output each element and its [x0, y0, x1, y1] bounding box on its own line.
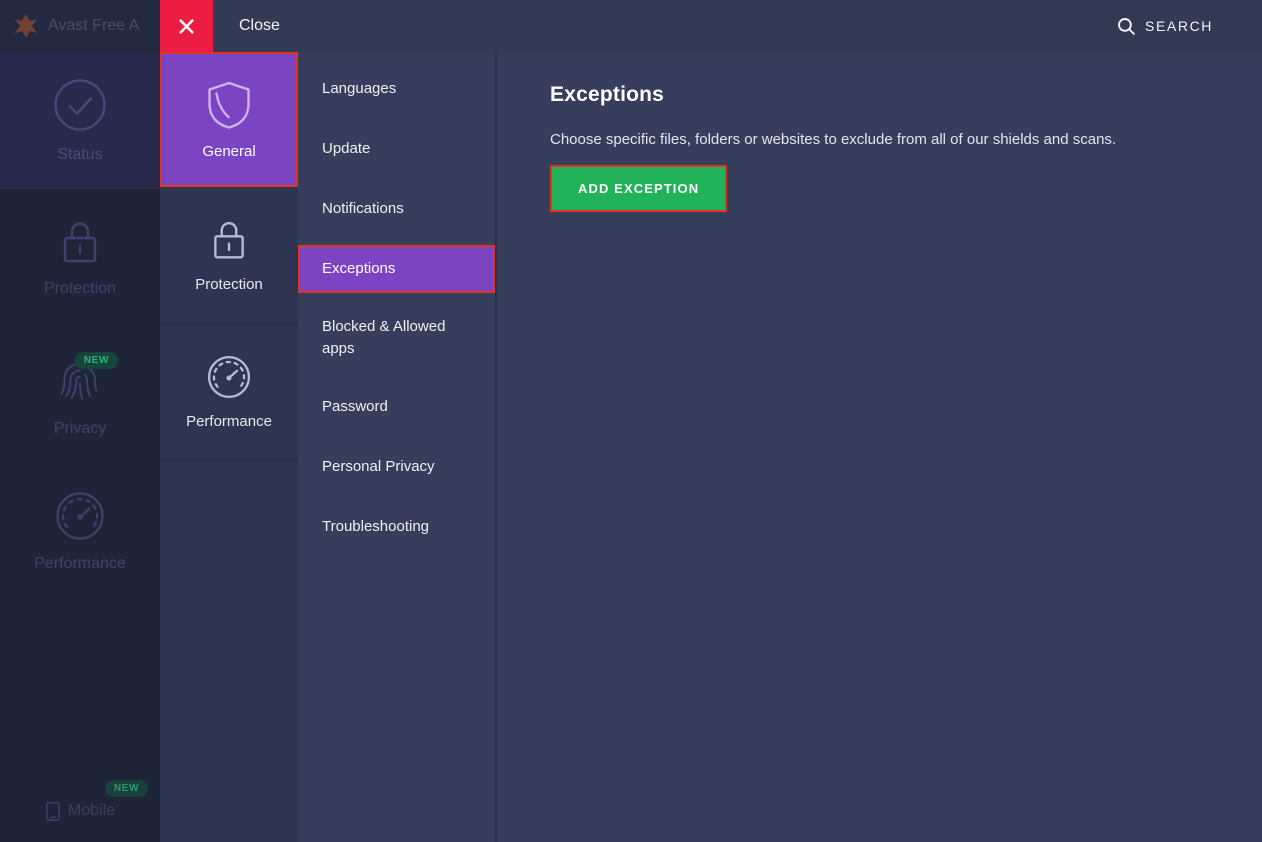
menu-item-blocked-allowed-apps[interactable]: Blocked & Allowed apps	[298, 305, 495, 371]
sidebar-item-label: Status	[57, 146, 102, 164]
search-button[interactable]: SEARCH	[1117, 0, 1213, 52]
settings-menu-list: Languages Update Notifications Exception…	[298, 52, 495, 551]
settings-section-label: General	[202, 143, 255, 160]
sidebar-item-status[interactable]: Status	[0, 52, 160, 189]
settings-section-performance[interactable]: Performance	[160, 324, 298, 461]
sidebar-item-label: Mobile	[68, 802, 115, 820]
settings-section-label: Performance	[186, 413, 272, 430]
new-badge: NEW	[75, 352, 118, 369]
menu-item-exceptions[interactable]: Exceptions	[298, 245, 495, 293]
new-badge: NEW	[105, 780, 148, 797]
settings-section-general[interactable]: General	[160, 52, 298, 187]
app-title: Avast Free A	[48, 17, 139, 35]
close-button[interactable]	[160, 0, 213, 52]
page-description: Choose specific files, folders or websit…	[550, 131, 1202, 148]
check-circle-icon	[52, 77, 108, 133]
search-label: SEARCH	[1145, 18, 1213, 34]
close-label: Close	[239, 0, 280, 52]
close-icon	[178, 18, 195, 35]
sidebar-item-label: Protection	[44, 280, 116, 298]
add-exception-button[interactable]: ADD EXCEPTION	[552, 167, 725, 210]
sidebar-item-label: Privacy	[54, 420, 106, 438]
sidebar-item-performance[interactable]: Performance	[0, 463, 160, 600]
app-header: Avast Free A	[0, 0, 160, 52]
menu-item-personal-privacy[interactable]: Personal Privacy	[298, 443, 495, 491]
menu-item-notifications[interactable]: Notifications	[298, 185, 495, 233]
avast-logo-icon	[13, 13, 39, 39]
page-title: Exceptions	[550, 83, 1202, 107]
menu-item-update[interactable]: Update	[298, 125, 495, 173]
topbar: Avast Free A Close SEARCH	[0, 0, 1262, 52]
settings-section-label: Protection	[195, 276, 263, 293]
settings-menu: Languages Update Notifications Exception…	[298, 52, 497, 842]
sidebar-item-privacy[interactable]: NEW Privacy	[0, 326, 160, 463]
phone-icon	[45, 801, 61, 822]
shield-icon	[206, 80, 252, 130]
menu-item-troubleshooting[interactable]: Troubleshooting	[298, 503, 495, 551]
sidebar-item-label: Performance	[34, 555, 126, 573]
exceptions-panel: Exceptions Choose specific files, folder…	[497, 52, 1262, 842]
gauge-icon	[54, 490, 106, 542]
sidebar-item-protection[interactable]: Protection	[0, 189, 160, 326]
settings-sections: General Protection Performance	[160, 52, 298, 842]
settings-section-protection[interactable]: Protection	[160, 187, 298, 324]
annotation-highlight: ADD EXCEPTION	[550, 165, 727, 212]
lock-icon	[209, 217, 249, 263]
menu-item-languages[interactable]: Languages	[298, 65, 495, 113]
gauge-icon	[206, 354, 252, 400]
app-sidebar: Status Protection NEW	[0, 52, 160, 842]
sidebar-item-mobile[interactable]: NEW Mobile	[0, 780, 160, 842]
avast-settings-window: Avast Free A Close SEARCH	[0, 0, 1262, 842]
lock-icon	[58, 217, 102, 267]
menu-item-password[interactable]: Password	[298, 383, 495, 431]
search-icon	[1117, 17, 1136, 36]
